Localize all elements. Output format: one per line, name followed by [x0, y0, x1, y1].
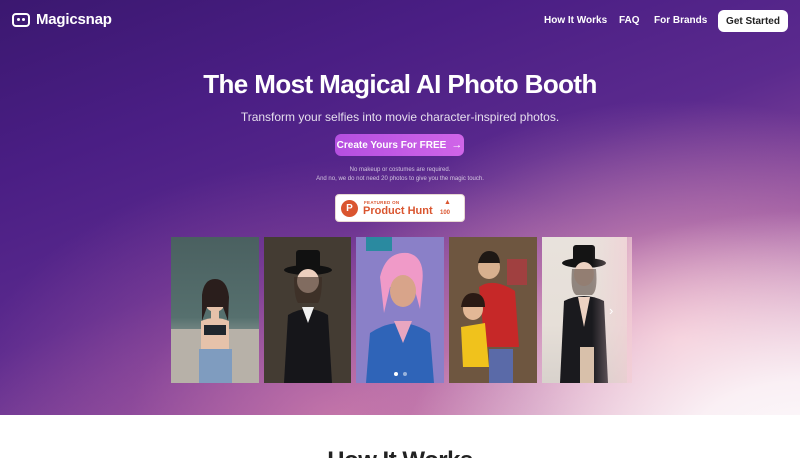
carousel-dot-2[interactable] — [403, 372, 407, 376]
hero-note-line2: And no, we do not need 20 photos to give… — [316, 176, 484, 182]
couple-hug-photo — [449, 237, 537, 383]
upvote-triangle-icon: ▲ — [444, 199, 451, 206]
create-free-label: Create Yours For FREE — [336, 139, 447, 151]
hero-subhead: Transform your selfies into movie charac… — [240, 110, 560, 124]
hero-note-line1: No makeup or costumes are required. — [349, 167, 451, 173]
smiley-icon — [12, 12, 30, 27]
get-started-button[interactable]: Get Started — [718, 10, 788, 32]
woman-denim-photo — [171, 237, 259, 383]
man-pink-hair-photo — [356, 237, 444, 383]
brand-name: Magicsnap — [36, 11, 112, 28]
chevron-right-icon[interactable]: › — [609, 303, 613, 318]
create-free-button[interactable]: Create Yours For FREE → — [335, 134, 464, 156]
product-hunt-badge[interactable]: P FEATURED ON Product Hunt ▲ 100 — [335, 194, 465, 222]
hero-headline: The Most Magical AI Photo Booth — [203, 69, 597, 99]
brand-logo[interactable]: Magicsnap — [12, 11, 112, 28]
nav-link-for-brands[interactable]: For Brands — [654, 15, 707, 26]
top-navigation: Magicsnap How It Works FAQ For Brands Ge… — [0, 0, 800, 42]
nav-link-faq[interactable]: FAQ — [619, 15, 640, 26]
hero-section: Magicsnap How It Works FAQ For Brands Ge… — [0, 0, 800, 415]
product-hunt-logo-icon: P — [341, 200, 358, 217]
how-it-works-heading: How It Works — [0, 447, 800, 458]
product-hunt-name: Product Hunt — [363, 205, 433, 217]
woman-black-hat-photo — [264, 237, 351, 383]
arrow-right-icon: → — [451, 139, 463, 151]
product-hunt-upvote-count: 100 — [440, 210, 451, 216]
carousel-dot-1[interactable] — [394, 372, 398, 376]
nav-link-how-it-works[interactable]: How It Works — [544, 15, 607, 26]
